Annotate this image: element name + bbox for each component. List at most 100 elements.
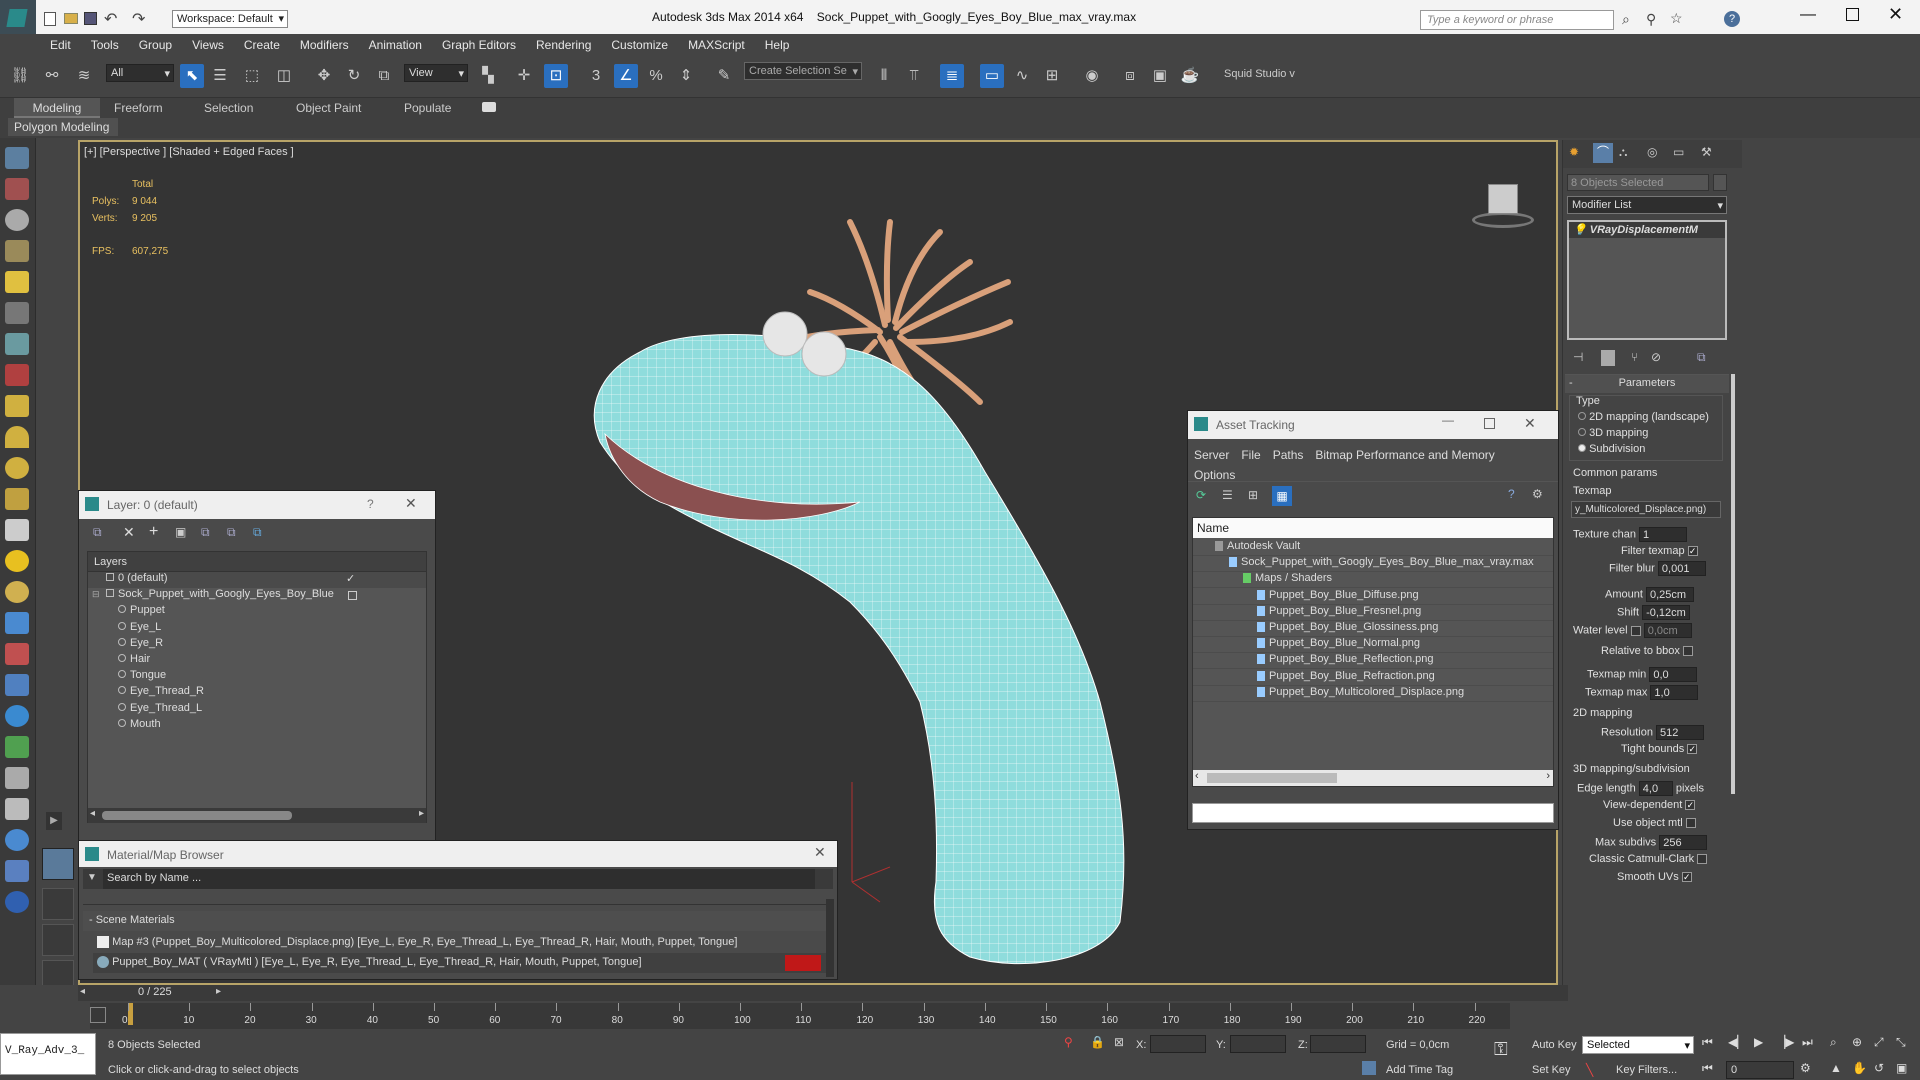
close-button[interactable]: ✕ <box>1888 4 1903 25</box>
light-icon[interactable] <box>5 271 29 293</box>
align-icon[interactable]: ⫪ <box>902 64 926 88</box>
asset-row[interactable]: Sock_Puppet_with_Googly_Eyes_Boy_Blue_ma… <box>1193 556 1553 573</box>
hair-icon[interactable] <box>5 767 29 789</box>
amount-spinner[interactable]: 0,25cm <box>1645 587 1694 602</box>
radio-3d-mapping[interactable]: 3D mapping <box>1578 427 1648 439</box>
asset-column-name[interactable]: Name <box>1193 518 1553 538</box>
water-level-checkbox[interactable] <box>1630 625 1641 636</box>
layer-row[interactable]: Tongue <box>88 669 426 685</box>
use-object-mtl-checkbox[interactable] <box>1685 818 1696 829</box>
ribbon-tab-modeling[interactable]: Modeling <box>14 98 100 118</box>
add-to-layer-icon[interactable]: + <box>149 523 158 541</box>
layer-row[interactable]: Hair <box>88 653 426 669</box>
modifier-list-dropdown[interactable]: Modifier List ▾ <box>1567 196 1727 214</box>
scene-materials-header[interactable]: - Scene Materials <box>83 911 833 931</box>
filter-texmap-checkbox[interactable]: ✓ <box>1687 546 1698 557</box>
unlink-icon[interactable]: ⚯ <box>40 64 64 88</box>
globe-icon[interactable] <box>5 705 29 727</box>
selection-filter-dropdown[interactable]: All ▾ <box>106 64 174 82</box>
plane-icon[interactable] <box>5 395 29 417</box>
catmull-clark-checkbox[interactable] <box>1697 854 1708 865</box>
wind-icon[interactable] <box>5 798 29 820</box>
asset-help-icon[interactable]: ? <box>1508 487 1515 501</box>
menu-tools[interactable]: Tools <box>81 34 129 56</box>
world-icon[interactable] <box>5 829 29 851</box>
layer-scrollbar[interactable]: ◂ ▸ <box>88 808 426 823</box>
hierarchy-tab-icon[interactable]: ⛬ <box>1619 145 1627 160</box>
scroll-right-icon[interactable]: › <box>1546 770 1550 782</box>
camera-icon[interactable] <box>5 302 29 324</box>
menu-modifiers[interactable]: Modifiers <box>290 34 359 56</box>
highlight-layer-icon[interactable]: ⧉ <box>201 525 210 540</box>
filter-blur-spinner[interactable]: 0,001 <box>1657 561 1706 576</box>
render-setup-icon[interactable]: ⧈ <box>1118 64 1142 88</box>
filter-triangle-icon[interactable]: ▼ <box>87 872 97 883</box>
key-icon[interactable]: ⚲ <box>1646 11 1656 28</box>
material-search-input[interactable]: Search by Name ... <box>103 869 815 889</box>
named-selection-dropdown[interactable]: Create Selection Se ▾ <box>744 62 862 80</box>
bind-spacewarp-icon[interactable]: ≋ <box>72 64 96 88</box>
command-panel-scrollbar[interactable] <box>1731 374 1735 794</box>
scale-icon[interactable]: ⧉ <box>372 64 396 88</box>
isolate-selection-icon[interactable]: ⚲ <box>1064 1035 1073 1049</box>
radio-2d-mapping[interactable]: 2D mapping (landscape) <box>1578 411 1709 423</box>
asset-menu-file[interactable]: File <box>1241 448 1260 462</box>
layer-close-button[interactable]: ✕ <box>405 495 417 512</box>
ref-coord-dropdown[interactable]: View ▾ <box>404 64 468 82</box>
asset-settings-icon[interactable]: ⚙ <box>1532 487 1543 501</box>
asset-row[interactable]: Maps / Shaders <box>1193 572 1553 589</box>
scroll-right-icon[interactable]: ▸ <box>419 808 424 819</box>
curve-editor-mini-icon[interactable] <box>90 1007 106 1023</box>
material-browser-scrollbar[interactable] <box>826 899 834 977</box>
z-coord-field[interactable] <box>1310 1035 1366 1053</box>
manipulate-icon[interactable]: ✛ <box>512 64 536 88</box>
goto-start-icon[interactable]: ⏮ <box>1702 1035 1713 1050</box>
time-config-icon[interactable]: ⚙ <box>1800 1061 1811 1075</box>
bone-icon[interactable] <box>5 643 29 665</box>
quick-access-new-icon[interactable] <box>44 12 56 26</box>
pin-stack-icon[interactable]: ⊣ <box>1573 350 1583 364</box>
redo-icon[interactable]: ↷ <box>132 9 145 29</box>
edit-named-selection-icon[interactable]: ✎ <box>712 64 736 88</box>
ribbon-toggle-icon[interactable]: ▭ <box>980 64 1004 88</box>
time-prev-icon[interactable]: ◂ <box>80 986 85 997</box>
star-icon[interactable]: ☆ <box>1670 10 1683 27</box>
asset-row[interactable]: Puppet_Boy_Blue_Reflection.png <box>1193 653 1553 670</box>
list-view-icon[interactable]: ☰ <box>1222 488 1233 502</box>
undo-icon[interactable]: ↶ <box>104 9 117 29</box>
asset-minimize-button[interactable]: — <box>1442 413 1454 427</box>
select-by-name-icon[interactable]: ☰ <box>208 64 232 88</box>
scroll-left-icon[interactable]: ◂ <box>90 808 95 819</box>
freeze-all-icon[interactable]: ⧉ <box>253 525 262 540</box>
parameters-header[interactable]: - Parameters <box>1565 375 1729 393</box>
biped-icon[interactable] <box>5 674 29 696</box>
dome-icon[interactable] <box>5 426 29 448</box>
display-tab-icon[interactable]: ▭ <box>1673 145 1684 159</box>
viewport-layout-tab[interactable] <box>42 888 74 920</box>
maximize-viewport-icon[interactable]: ▣ <box>1896 1061 1907 1075</box>
radio-subdivision[interactable]: Subdivision <box>1578 443 1645 455</box>
water-level-spinner[interactable]: 0,0cm <box>1643 623 1692 638</box>
time-next-icon[interactable]: ▸ <box>216 986 221 997</box>
key-selection-dropdown[interactable]: Selected ▾ <box>1582 1036 1694 1054</box>
layer-row[interactable]: Eye_R <box>88 637 426 653</box>
move-icon[interactable]: ✥ <box>312 64 336 88</box>
helper-icon[interactable] <box>5 333 29 355</box>
menu-rendering[interactable]: Rendering <box>526 34 601 56</box>
material-browser-close-button[interactable]: ✕ <box>814 844 826 861</box>
key-filters-button[interactable]: Key Filters... <box>1616 1064 1677 1076</box>
zoom-extents-icon[interactable]: ⤢ <box>1874 1035 1884 1050</box>
zoom-icon[interactable]: ⌕ <box>1830 1035 1837 1050</box>
curve-editor-icon[interactable]: ∿ <box>1010 64 1034 88</box>
layer-manager-icon[interactable]: ≣ <box>940 64 964 88</box>
rect-selection-icon[interactable]: ⬚ <box>240 64 264 88</box>
material-editor-icon[interactable]: ◉ <box>1080 64 1104 88</box>
asset-row[interactable]: Autodesk Vault <box>1193 540 1553 556</box>
render-production-icon[interactable]: ☕ <box>1178 64 1202 88</box>
layer-row[interactable]: Mouth <box>88 718 426 734</box>
asset-row[interactable]: Puppet_Boy_Blue_Refraction.png <box>1193 670 1553 686</box>
quick-access-save-icon[interactable] <box>84 12 97 25</box>
keyboard-shortcut-override-icon[interactable]: ⊡ <box>544 64 568 88</box>
layer-row[interactable]: Eye_Thread_R <box>88 685 426 701</box>
shift-spinner[interactable]: -0,12cm <box>1642 605 1691 620</box>
